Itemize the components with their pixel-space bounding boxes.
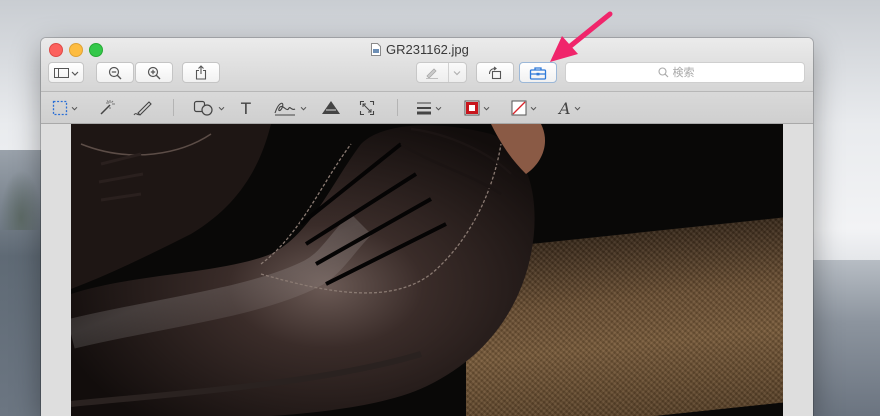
magic-wand-icon: [100, 100, 115, 115]
text-tool[interactable]: T: [241, 98, 251, 118]
chevron-down-icon: [483, 106, 490, 110]
jpeg-file-icon: [371, 42, 381, 56]
preview-window: GR231162.jpg 検索 T A: [41, 38, 813, 416]
markup-toolbar: T A: [41, 92, 813, 124]
pen-icon: [426, 67, 439, 79]
markup-pen-button[interactable]: [416, 62, 467, 83]
shapes-icon: [193, 100, 213, 116]
title-bar: GR231162.jpg: [41, 38, 813, 92]
rotate-icon: [488, 66, 502, 79]
share-icon: [195, 65, 207, 80]
chevron-down-icon: [574, 106, 580, 110]
desktop-background-right: [813, 260, 880, 416]
chevron-down-icon: [435, 106, 442, 110]
zoom-window-button[interactable]: [89, 43, 103, 57]
sidebar-icon: [54, 67, 79, 78]
search-input[interactable]: [672, 66, 713, 79]
separator: [173, 99, 174, 116]
adjust-color-tool[interactable]: [321, 98, 341, 118]
font-icon: A: [559, 98, 571, 118]
border-color-tool[interactable]: [464, 98, 490, 118]
minimize-window-button[interactable]: [69, 43, 83, 57]
text-tool-icon: T: [241, 98, 251, 118]
selection-tool[interactable]: [52, 98, 78, 118]
fill-color-tool[interactable]: [511, 98, 537, 118]
chevron-down-icon: [71, 106, 78, 110]
chevron-down-icon: [218, 106, 225, 110]
close-window-button[interactable]: [49, 43, 63, 57]
rotate-button[interactable]: [476, 62, 514, 83]
text-style-tool[interactable]: A: [559, 98, 581, 118]
chevron-down-icon: [300, 106, 307, 110]
resize-icon: [359, 100, 375, 116]
prism-icon: [322, 101, 340, 114]
pointer-arrow-icon: [550, 11, 613, 62]
border-color-icon: [464, 100, 480, 116]
line-weight-icon: [417, 102, 431, 115]
sketch-tool[interactable]: [133, 98, 153, 118]
adjust-size-tool[interactable]: [359, 98, 375, 118]
separator: [397, 99, 398, 116]
shapes-tool[interactable]: [193, 98, 225, 118]
zoom-out-button[interactable]: [96, 62, 134, 83]
zoom-in-icon: [147, 66, 161, 79]
sidebar-toggle-button[interactable]: [48, 62, 84, 83]
share-button[interactable]: [182, 62, 220, 83]
instant-alpha-tool[interactable]: [98, 98, 116, 118]
document-area: [41, 124, 813, 416]
rectangular-selection-icon: [52, 100, 68, 116]
sketch-pen-icon: [133, 101, 152, 116]
shape-style-tool[interactable]: [416, 98, 442, 118]
desktop-background-left: [0, 150, 42, 416]
search-icon: [657, 67, 668, 78]
sign-tool[interactable]: [273, 98, 307, 118]
chevron-down-icon: [453, 70, 461, 75]
window-title-text: GR231162.jpg: [386, 41, 469, 57]
fill-color-none-icon: [511, 100, 527, 116]
zoom-in-button[interactable]: [135, 62, 173, 83]
shoe-photo: [71, 124, 783, 416]
zoom-out-icon: [108, 66, 122, 79]
chevron-down-icon: [530, 106, 537, 110]
shoes-illustration: [71, 124, 546, 416]
signature-icon: [274, 102, 296, 116]
window-title: GR231162.jpg: [371, 41, 469, 57]
